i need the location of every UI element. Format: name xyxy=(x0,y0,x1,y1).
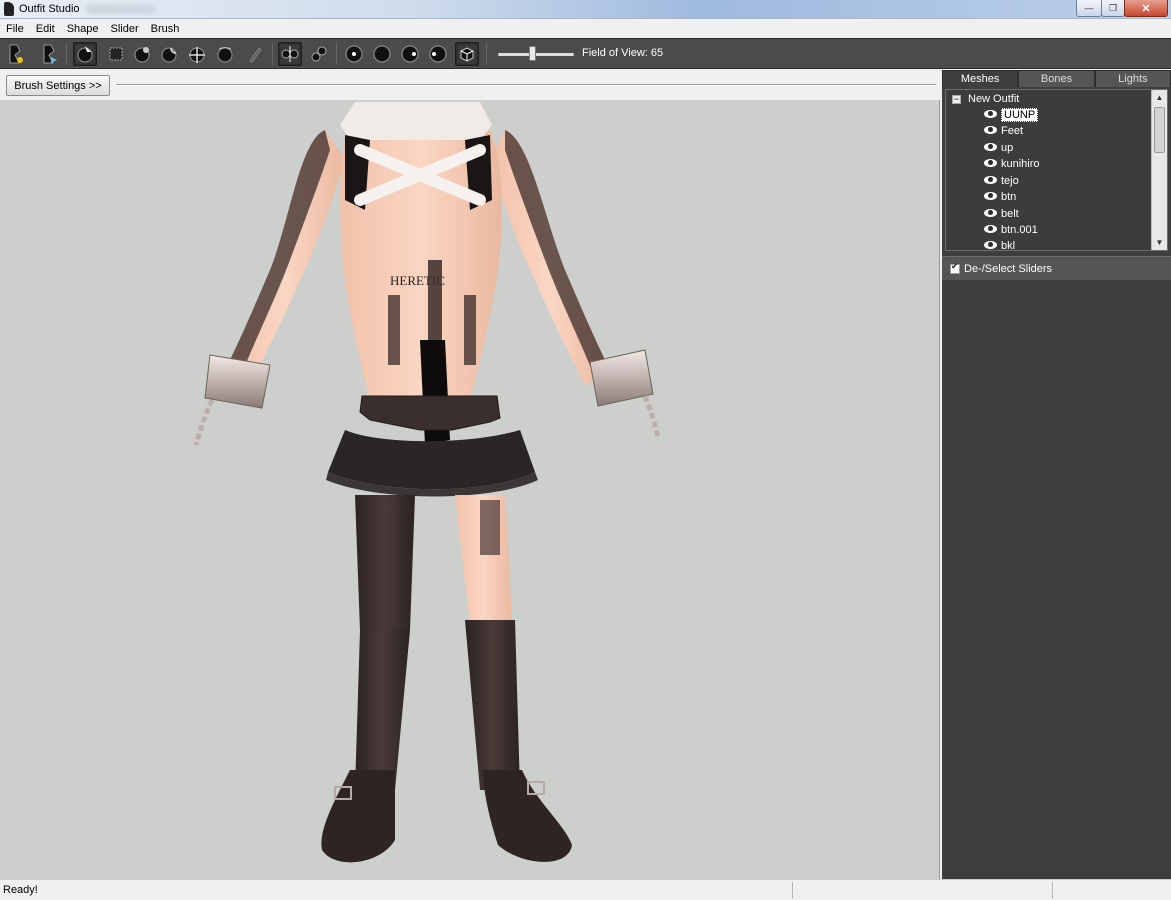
mask-brush-icon[interactable] xyxy=(104,42,128,66)
menu-file[interactable]: File xyxy=(6,23,24,35)
tree-root-label: New Outfit xyxy=(968,93,1020,105)
title-bar: Outfit Studio — ❐ ✕ xyxy=(0,0,1171,19)
scroll-up-icon[interactable]: ▲ xyxy=(1152,90,1167,105)
inflate-brush-icon[interactable] xyxy=(130,42,154,66)
outfit-model-render: HERETIC xyxy=(193,102,661,863)
3d-viewport[interactable]: HERETIC xyxy=(0,100,940,879)
fov-slider-thumb[interactable] xyxy=(529,46,536,61)
menu-edit[interactable]: Edit xyxy=(36,23,55,35)
toolbar: Field of View: 65 xyxy=(0,38,1171,69)
visibility-eye-icon[interactable] xyxy=(984,241,999,250)
menu-shape[interactable]: Shape xyxy=(67,23,99,35)
view-left-icon[interactable] xyxy=(398,42,422,66)
fov-slider-track[interactable] xyxy=(498,53,574,56)
app-icon xyxy=(4,2,14,16)
toolbar-separator xyxy=(66,43,67,65)
scroll-thumb[interactable] xyxy=(1154,107,1165,153)
window-title: Outfit Studio xyxy=(19,3,80,15)
status-text: Ready! xyxy=(3,884,38,896)
mesh-item[interactable]: belt xyxy=(984,206,1019,221)
sliders-header[interactable]: De-/Select Sliders xyxy=(942,256,1171,280)
load-outfit-icon[interactable] xyxy=(4,42,28,66)
minimize-button[interactable]: — xyxy=(1076,0,1102,17)
select-all-sliders-checkbox[interactable] xyxy=(950,262,960,274)
visibility-eye-icon[interactable] xyxy=(984,225,999,234)
tab-bones[interactable]: Bones xyxy=(1018,70,1095,87)
status-divider xyxy=(792,882,793,899)
visibility-eye-icon[interactable] xyxy=(984,192,999,201)
blurred-title-suffix xyxy=(86,4,156,14)
collapse-icon[interactable]: − xyxy=(952,94,961,104)
tab-meshes[interactable]: Meshes xyxy=(942,70,1019,87)
tree-root[interactable]: − New Outfit xyxy=(952,93,1019,105)
sliders-header-label: De-/Select Sliders xyxy=(964,262,1053,275)
view-back-icon[interactable] xyxy=(370,42,394,66)
scroll-down-icon[interactable]: ▼ xyxy=(1152,235,1167,250)
status-divider xyxy=(1052,882,1053,899)
menu-slider[interactable]: Slider xyxy=(111,23,139,35)
mesh-label: UUNP xyxy=(1001,107,1039,122)
toolbar-separator xyxy=(336,43,337,65)
visibility-eye-icon[interactable] xyxy=(984,143,999,152)
right-panel: Meshes Bones Lights − New Outfit UUNP Fe… xyxy=(942,70,1171,879)
mesh-item[interactable]: Feet xyxy=(984,123,1023,138)
close-button[interactable]: ✕ xyxy=(1124,0,1168,17)
mesh-tree: − New Outfit UUNP Feet up kunihiro tejo … xyxy=(945,89,1168,251)
visibility-eye-icon[interactable] xyxy=(984,126,999,135)
mesh-label: btn xyxy=(1001,190,1017,203)
mesh-item[interactable]: UUNP xyxy=(984,107,1039,122)
mesh-item[interactable]: btn.001 xyxy=(984,222,1038,237)
status-bar: Ready! xyxy=(0,879,1171,900)
brush-settings-button[interactable]: Brush Settings >> xyxy=(6,75,110,96)
visibility-eye-icon[interactable] xyxy=(984,176,999,185)
weight-brush-icon[interactable] xyxy=(243,42,267,66)
mesh-label: tejo xyxy=(1001,174,1019,187)
visibility-eye-icon[interactable] xyxy=(984,110,999,119)
mesh-item[interactable]: bkl xyxy=(984,238,1016,251)
mesh-item[interactable]: tejo xyxy=(984,173,1019,188)
view-front-icon[interactable] xyxy=(342,42,366,66)
toolbar-separator xyxy=(272,43,273,65)
visibility-eye-icon[interactable] xyxy=(984,159,999,168)
mesh-item[interactable]: kunihiro xyxy=(984,156,1040,171)
mesh-label: kunihiro xyxy=(1001,157,1040,170)
mesh-label: btn.001 xyxy=(1001,223,1038,236)
menu-brush[interactable]: Brush xyxy=(151,23,180,35)
panel-tabs: Meshes Bones Lights xyxy=(942,70,1171,87)
mesh-label: belt xyxy=(1001,207,1019,220)
perspective-icon[interactable] xyxy=(455,42,479,66)
x-mirror-icon[interactable] xyxy=(278,42,302,66)
mesh-item[interactable]: up xyxy=(984,140,1013,155)
mesh-label: up xyxy=(1001,141,1014,154)
visibility-eye-icon[interactable] xyxy=(984,209,999,218)
viewport-header: Brush Settings >> xyxy=(0,70,940,100)
mesh-label: Feet xyxy=(1001,124,1024,137)
maximize-button[interactable]: ❐ xyxy=(1101,0,1125,17)
menu-bar: File Edit Shape Slider Brush xyxy=(0,20,1171,38)
viewport-header-divider xyxy=(116,84,936,86)
view-right-icon[interactable] xyxy=(426,42,450,66)
deflate-brush-icon[interactable] xyxy=(157,42,181,66)
load-reference-icon[interactable] xyxy=(38,42,62,66)
fov-label: Field of View: 65 xyxy=(582,47,664,59)
mesh-item[interactable]: btn xyxy=(984,189,1016,204)
smooth-brush-icon[interactable] xyxy=(213,42,237,66)
toolbar-separator xyxy=(486,43,487,65)
tab-lights[interactable]: Lights xyxy=(1094,70,1171,87)
connected-only-icon[interactable] xyxy=(307,42,331,66)
mesh-label: bkl xyxy=(1001,239,1016,251)
tree-scrollbar[interactable]: ▲ ▼ xyxy=(1151,90,1167,250)
select-brush-icon[interactable] xyxy=(73,42,97,66)
move-brush-icon[interactable] xyxy=(185,42,209,66)
